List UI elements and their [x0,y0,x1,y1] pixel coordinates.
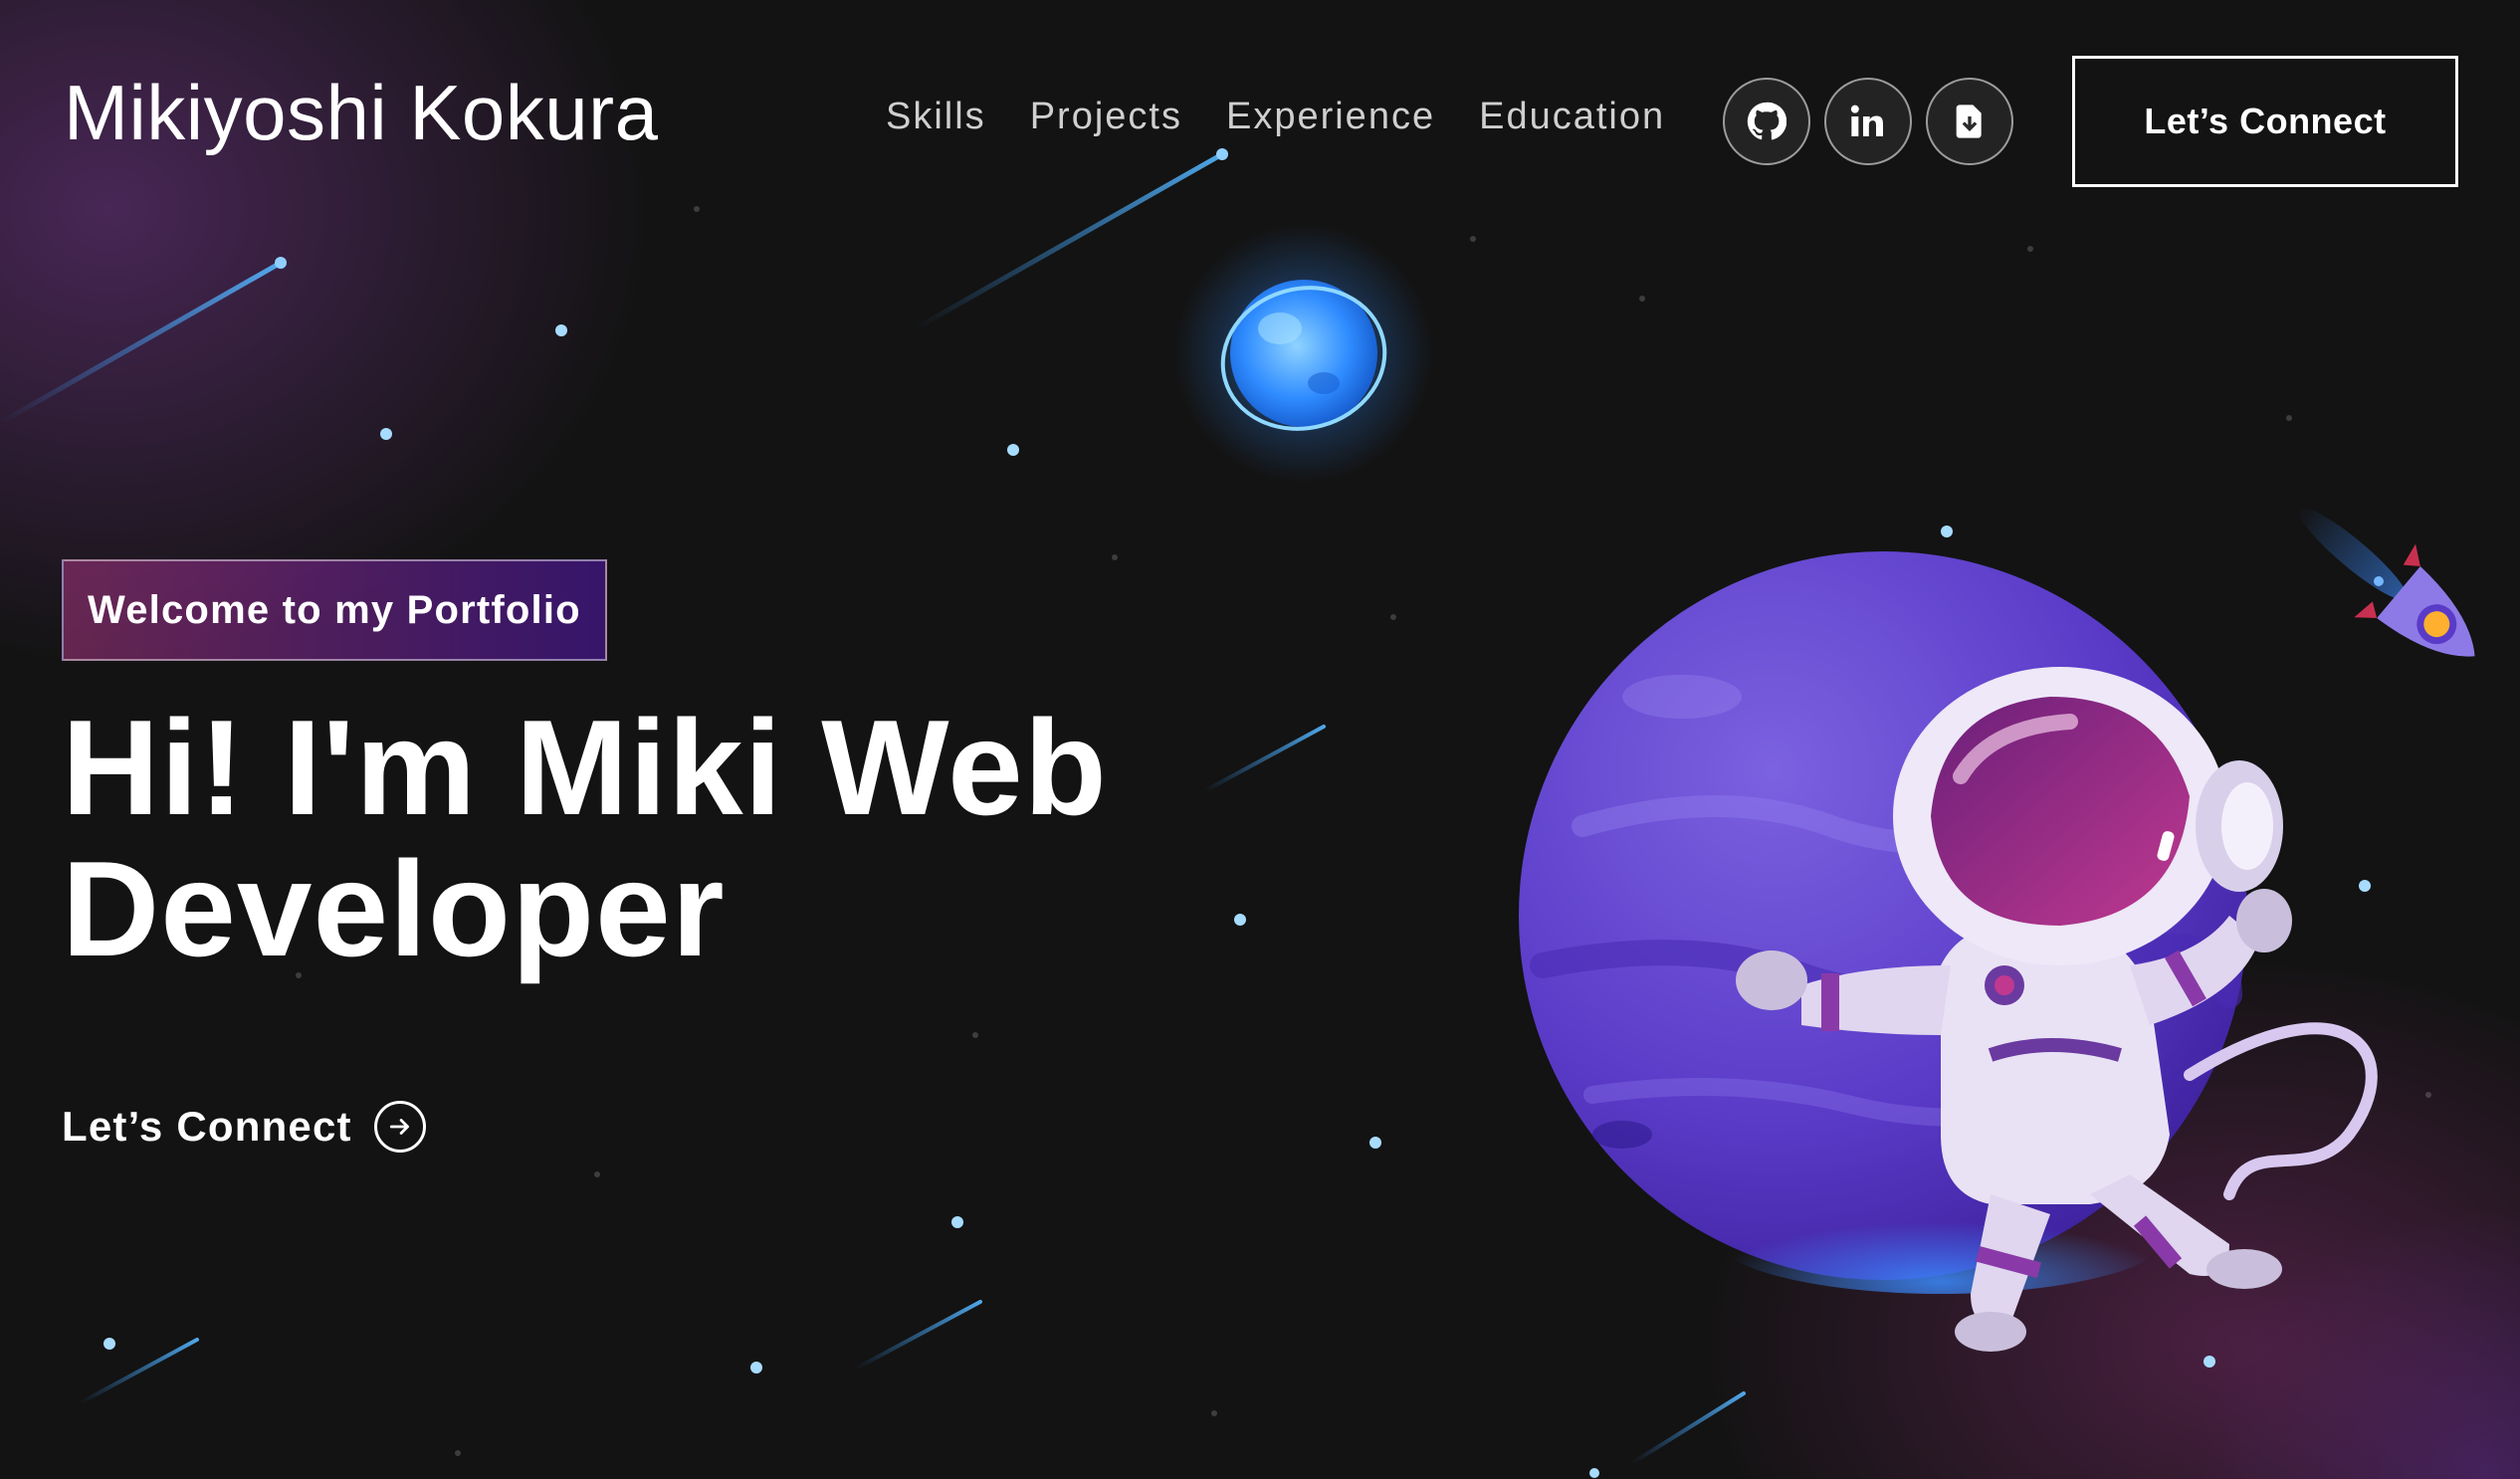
nav-link-education[interactable]: Education [1479,96,1665,138]
hero-headline-line1: Hi! I'm Miki Web [62,692,1108,843]
hero-headline-line2: Developer [62,833,726,984]
linkedin-button[interactable] [1824,78,1912,165]
hero-connect-link[interactable]: Let’s Connect [62,1101,426,1153]
astronaut-illustration [1519,508,2475,1352]
hero-connect-label: Let’s Connect [62,1103,352,1150]
connect-button[interactable]: Let’s Connect [2072,56,2458,187]
brand-logo[interactable]: Mikiyoshi Kokura [64,68,659,158]
resume-download-icon [1956,105,1982,138]
social-links [1723,78,2013,165]
linkedin-icon [1850,105,1883,136]
nav-link-skills[interactable]: Skills [886,96,986,138]
github-icon [1747,102,1786,140]
resume-download-button[interactable] [1926,78,2013,165]
welcome-tagline: Welcome to my Portfolio [62,559,607,661]
hero-headline: Hi! I'm Miki Web Developer [62,697,1108,979]
nav-link-projects[interactable]: Projects [1030,96,1182,138]
rocket [2298,508,2475,657]
arrow-right-circle-icon [373,1101,426,1153]
portfolio-page: Mikiyoshi Kokura Skills Projects Experie… [0,0,2520,1479]
main-nav: Skills Projects Experience Education [886,96,1665,138]
blue-planet [1174,224,1433,483]
nav-link-experience[interactable]: Experience [1226,96,1435,138]
github-button[interactable] [1723,78,1810,165]
